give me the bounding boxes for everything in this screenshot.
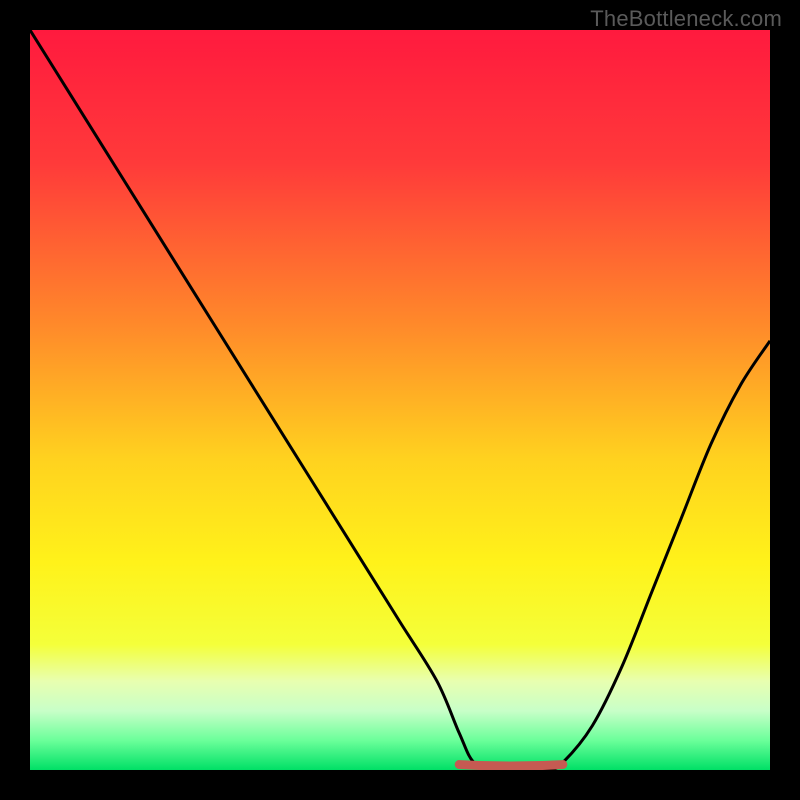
watermark-text: TheBottleneck.com xyxy=(590,6,782,32)
chart-background xyxy=(30,30,770,770)
chart-outer-frame: TheBottleneck.com xyxy=(0,0,800,800)
chart-svg xyxy=(30,30,770,770)
chart-plot-area xyxy=(30,30,770,770)
optimal-flat-segment xyxy=(459,765,563,767)
